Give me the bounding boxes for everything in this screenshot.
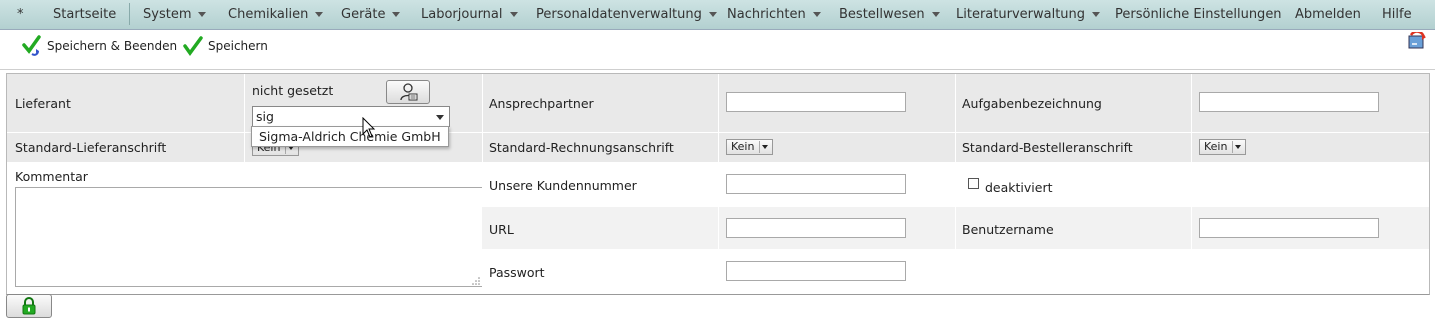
kommentar-textarea[interactable] xyxy=(15,187,482,287)
chevron-down-icon xyxy=(198,12,207,17)
save-close-button[interactable]: Speichern & Beenden xyxy=(22,35,177,57)
chevron-down-icon xyxy=(1232,141,1244,153)
std-rechnung-select[interactable]: Kein xyxy=(726,139,773,155)
menu-system[interactable]: System xyxy=(143,7,207,22)
menu-laborjournal[interactable]: Laborjournal xyxy=(421,7,518,22)
check-icon xyxy=(183,36,203,56)
menu-bestellwesen[interactable]: Bestellwesen xyxy=(839,7,940,22)
menu-personaldaten[interactable]: Personaldatenverwaltung xyxy=(536,7,717,22)
chevron-down-icon xyxy=(1092,12,1101,17)
menu-system-label: System xyxy=(143,7,192,22)
kundennummer-label: Unsere Kundennummer xyxy=(489,178,637,193)
menu-nachrichten[interactable]: Nachrichten xyxy=(727,7,821,22)
column-separator xyxy=(718,74,719,162)
menu-abmelden[interactable]: Abmelden xyxy=(1295,7,1361,22)
lock-button[interactable] xyxy=(6,294,52,318)
menu-bestellwesen-label: Bestellwesen xyxy=(839,7,925,22)
aufgabe-input[interactable] xyxy=(1199,92,1379,112)
supplier-form: Lieferant nicht gesetzt sig Ansprechpart… xyxy=(6,73,1430,295)
url-label: URL xyxy=(489,222,514,237)
menu-personaldaten-label: Personaldatenverwaltung xyxy=(536,7,702,22)
menu-literatur-label: Literaturverwaltung xyxy=(956,7,1086,22)
kommentar-label: Kommentar xyxy=(15,169,88,184)
chevron-down-icon xyxy=(812,12,821,17)
toolbar: Speichern & Beenden Speichern xyxy=(0,29,1435,70)
lock-icon xyxy=(22,297,36,315)
std-rechnung-value: Kein xyxy=(731,140,755,153)
std-liefer-label: Standard-Lieferanschrift xyxy=(15,140,167,155)
column-separator xyxy=(482,74,483,162)
menu-laborjournal-label: Laborjournal xyxy=(421,7,503,22)
main-menubar: * Startseite System Chemikalien Geräte L… xyxy=(0,0,1435,30)
save-close-label: Speichern & Beenden xyxy=(47,39,178,53)
chevron-down-icon xyxy=(759,141,771,153)
column-separator xyxy=(244,74,245,162)
passwort-input[interactable] xyxy=(726,261,906,281)
url-input[interactable] xyxy=(726,218,906,238)
lieferant-status: nicht gesetzt xyxy=(252,83,334,98)
menu-chemikalien[interactable]: Chemikalien xyxy=(228,7,324,22)
lieferant-suggestion-item[interactable]: Sigma-Aldrich Chemie GmbH xyxy=(251,126,449,147)
menu-geraete[interactable]: Geräte xyxy=(341,7,401,22)
menu-separator xyxy=(129,3,130,25)
std-besteller-value: Kein xyxy=(1204,140,1228,153)
chevron-down-icon xyxy=(315,12,324,17)
column-separator xyxy=(1191,207,1192,249)
menu-startseite[interactable]: Startseite xyxy=(53,7,116,22)
menu-star[interactable]: * xyxy=(17,7,24,22)
std-rechnung-label: Standard-Rechnungsanschrift xyxy=(489,140,674,155)
menu-einstellungen[interactable]: Persönliche Einstellungen xyxy=(1115,7,1282,22)
refresh-icon[interactable] xyxy=(1407,30,1427,55)
kundennummer-input[interactable] xyxy=(726,174,906,194)
column-separator xyxy=(955,74,956,162)
deaktiviert-checkbox[interactable] xyxy=(968,178,979,189)
menu-nachrichten-label: Nachrichten xyxy=(727,7,806,22)
column-separator xyxy=(955,207,956,249)
lieferant-label: Lieferant xyxy=(15,96,71,111)
ansprechpartner-input[interactable] xyxy=(726,92,906,112)
save-button[interactable]: Speichern xyxy=(183,35,268,57)
passwort-label: Passwort xyxy=(489,265,545,280)
chevron-down-icon xyxy=(931,12,940,17)
chevron-down-icon xyxy=(392,12,401,17)
std-besteller-label: Standard-Bestelleranschrift xyxy=(962,140,1133,155)
mouse-cursor-icon xyxy=(362,117,376,138)
chevron-down-icon xyxy=(509,12,518,17)
chevron-down-icon xyxy=(708,12,717,17)
check-arrow-icon xyxy=(22,35,41,56)
person-search-icon xyxy=(400,83,418,101)
resize-handle-icon[interactable] xyxy=(471,276,481,286)
lieferant-search-combobox[interactable]: sig xyxy=(252,106,450,127)
save-label: Speichern xyxy=(208,39,268,53)
benutzername-label: Benutzername xyxy=(962,222,1054,237)
menu-geraete-label: Geräte xyxy=(341,7,386,22)
menu-chemikalien-label: Chemikalien xyxy=(228,7,309,22)
benutzername-input[interactable] xyxy=(1199,218,1379,238)
column-separator xyxy=(718,207,719,249)
ansprechpartner-label: Ansprechpartner xyxy=(489,96,594,111)
aufgabe-label: Aufgabenbezeichnung xyxy=(962,96,1102,111)
lieferant-search-value: sig xyxy=(256,109,274,124)
column-separator xyxy=(1191,74,1192,162)
deaktiviert-label: deaktiviert xyxy=(985,180,1053,195)
std-besteller-select[interactable]: Kein xyxy=(1199,139,1246,155)
select-supplier-button[interactable] xyxy=(386,80,430,104)
menu-hilfe[interactable]: Hilfe xyxy=(1382,7,1412,22)
chevron-down-icon[interactable] xyxy=(436,115,444,120)
menu-literatur[interactable]: Literaturverwaltung xyxy=(956,7,1101,22)
